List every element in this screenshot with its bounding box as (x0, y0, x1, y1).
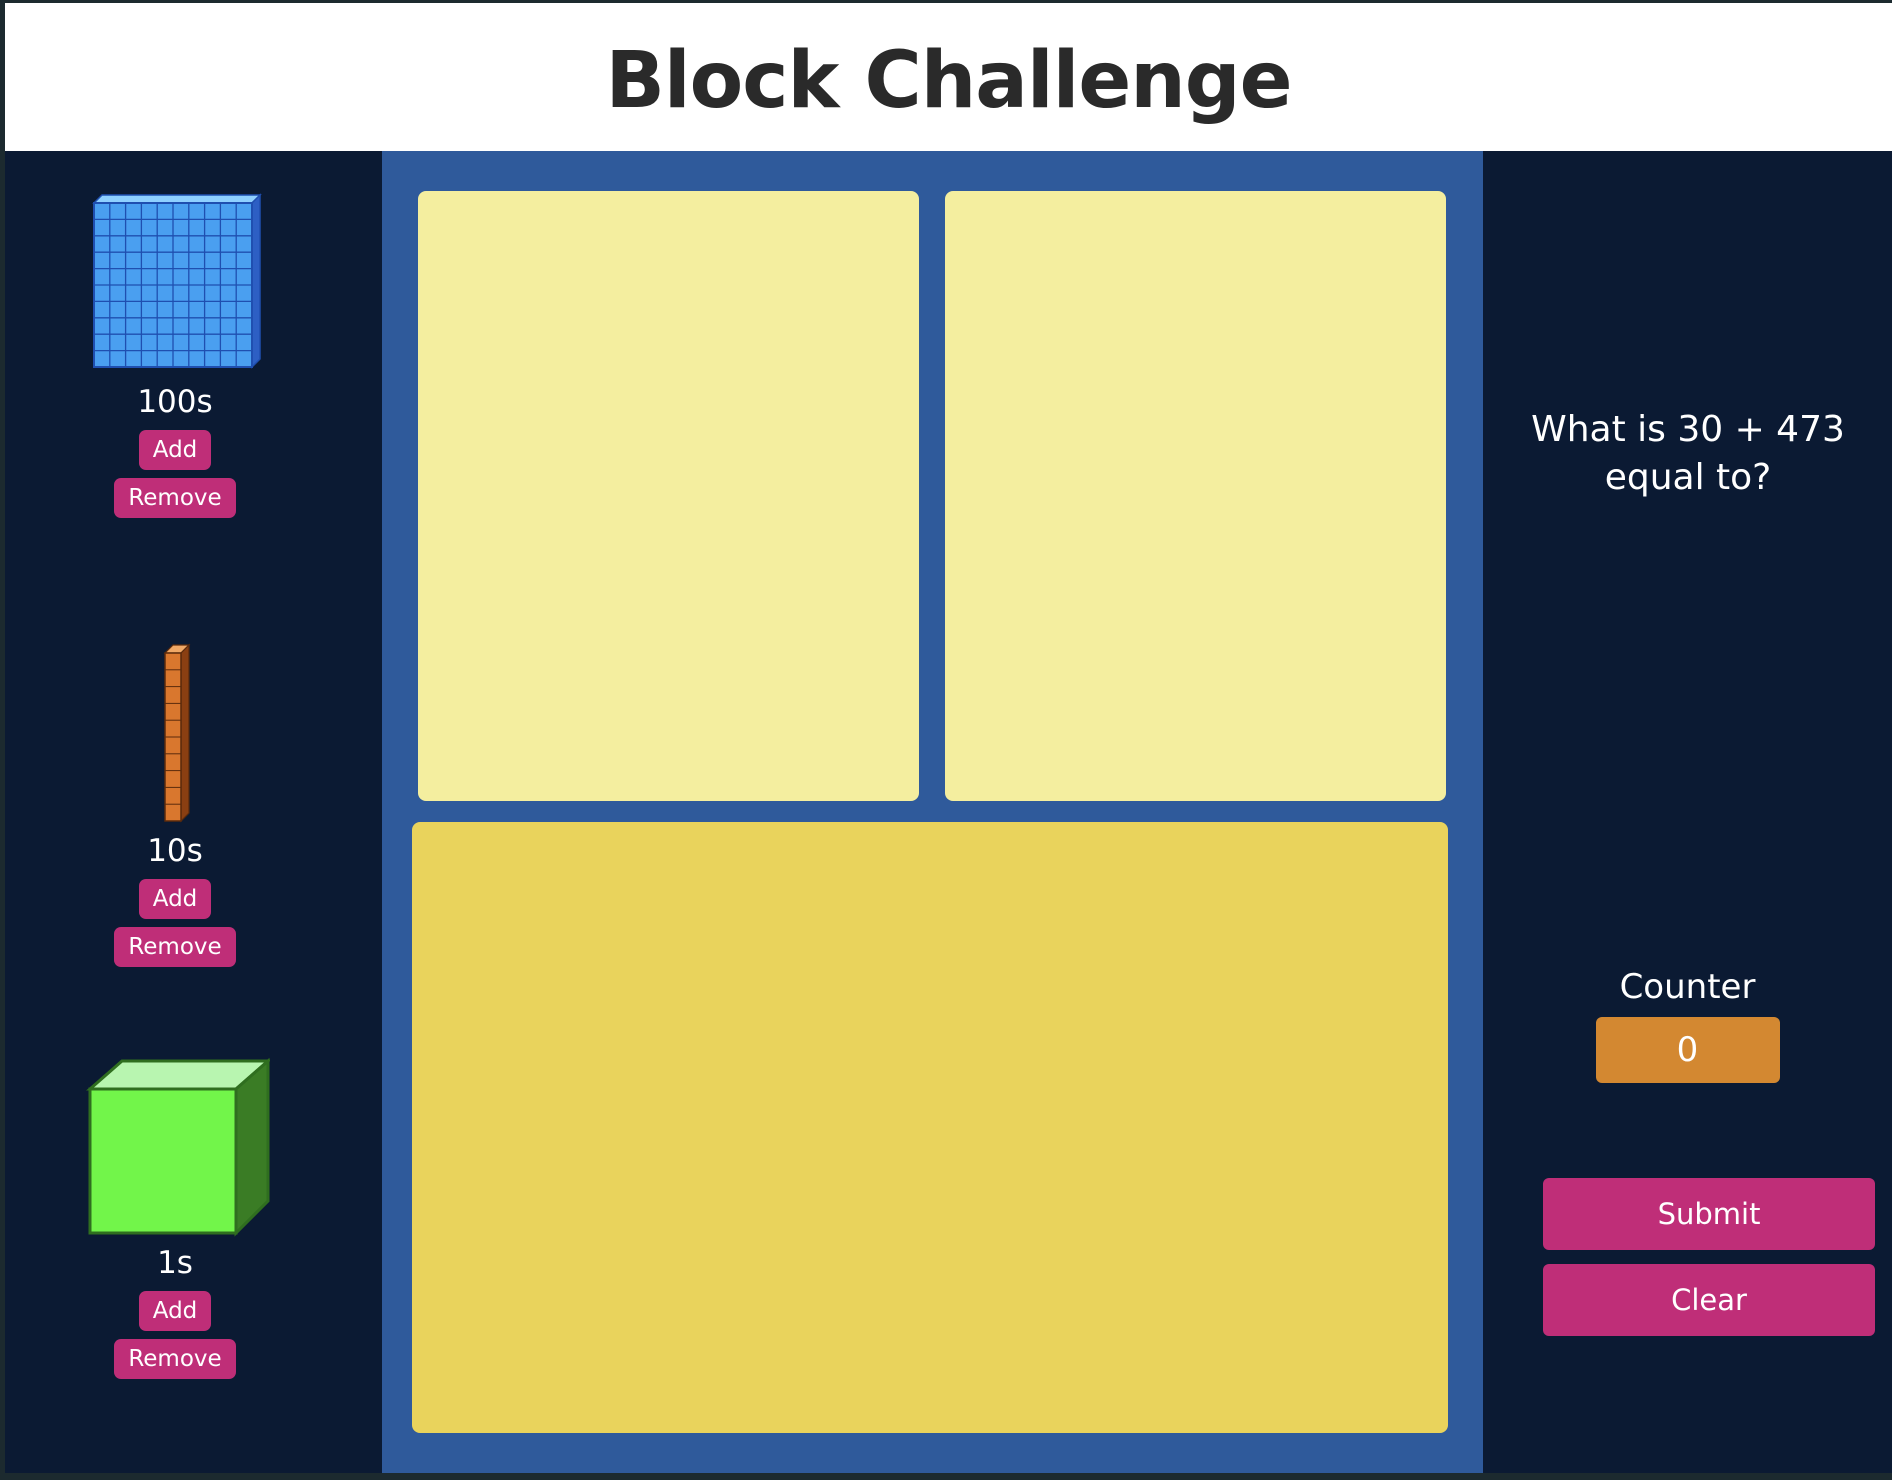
block-palette: 100s Add Remove 10s Add Remove 1s Add Re… (5, 151, 382, 1473)
counter-label: Counter (1619, 967, 1756, 1007)
counter: Counter 0 (1483, 965, 1892, 1083)
ones-label: 1s (157, 1245, 193, 1281)
hundreds-block-group: 100s Add Remove (5, 191, 345, 518)
tens-label: 10s (147, 833, 203, 869)
app-window: Block Challenge 100s Add Remove 10s Add … (5, 3, 1892, 1473)
drop-zone-bottom[interactable] (412, 822, 1448, 1433)
ones-block-group: 1s Add Remove (5, 1057, 345, 1379)
counter-value: 0 (1595, 1017, 1780, 1083)
tens-remove-button[interactable]: Remove (114, 927, 236, 967)
ones-remove-button[interactable]: Remove (114, 1339, 236, 1379)
ones-cube-icon[interactable] (80, 1057, 270, 1237)
drop-zone-top-right[interactable] (945, 191, 1446, 801)
hundreds-add-button[interactable]: Add (138, 430, 212, 470)
question-text: What is 30 + 473 equal to? (1531, 409, 1845, 498)
play-area (382, 151, 1483, 1473)
hundreds-label: 100s (137, 384, 213, 420)
tens-block-group: 10s Add Remove (5, 643, 345, 967)
header: Block Challenge (5, 3, 1892, 151)
hundreds-flat-icon[interactable] (80, 191, 270, 376)
tens-add-button[interactable]: Add (138, 879, 212, 919)
right-panel: What is 30 + 473 equal to? Counter 0 Sub… (1483, 151, 1892, 1473)
page-title: Block Challenge (605, 36, 1292, 126)
clear-button[interactable]: Clear (1543, 1264, 1875, 1336)
drop-zone-top-left[interactable] (418, 191, 919, 801)
tens-rod-icon[interactable] (155, 643, 195, 825)
submit-button[interactable]: Submit (1543, 1178, 1875, 1250)
ones-add-button[interactable]: Add (138, 1291, 212, 1331)
hundreds-remove-button[interactable]: Remove (114, 478, 236, 518)
